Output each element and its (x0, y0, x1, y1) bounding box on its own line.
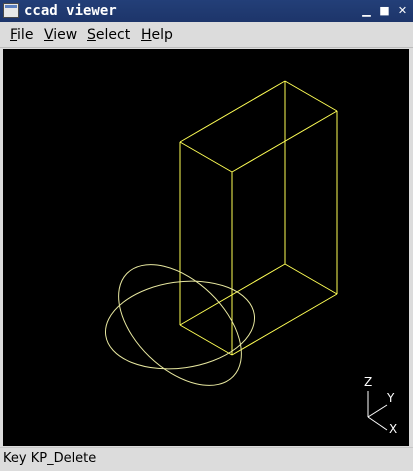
menu-file-accel: F (10, 27, 18, 43)
menu-select-accel: S (87, 27, 96, 43)
menu-view-label: iew (53, 27, 78, 43)
menu-view-accel: V (44, 27, 54, 43)
window-title: ccad viewer (24, 3, 117, 19)
y-axis-label: Y (386, 391, 395, 405)
menu-help-accel: H (141, 27, 152, 43)
menu-select-label: elect (95, 27, 131, 43)
box-edge (179, 324, 233, 356)
window-icon[interactable] (3, 3, 19, 18)
menu-help[interactable]: Help (141, 22, 173, 48)
y-axis-line (367, 404, 388, 418)
menu-file[interactable]: File (10, 22, 33, 48)
viewport-canvas[interactable]: Z Y X (3, 49, 409, 446)
close-icon[interactable]: ✕ (394, 3, 411, 19)
menu-file-label: ile (17, 27, 34, 43)
axis-triad: Z Y X (364, 375, 397, 436)
x-axis-label: X (389, 422, 397, 436)
app-window: ccad viewer ▁ ■ ✕ File View Select Help (0, 0, 413, 471)
menu-view[interactable]: View (44, 22, 77, 48)
menu-select[interactable]: Select (87, 22, 130, 48)
box-edge (179, 80, 286, 143)
3d-viewport[interactable]: Z Y X (3, 49, 409, 446)
minimize-icon[interactable]: ▁ (358, 3, 375, 19)
maximize-icon[interactable]: ■ (376, 3, 393, 19)
title-bar[interactable]: ccad viewer ▁ ■ ✕ (0, 0, 413, 22)
status-bar: Key KP_Delete (0, 447, 413, 471)
box-edge (284, 80, 338, 112)
status-message: Key KP_Delete (3, 451, 97, 466)
box-edge (284, 263, 338, 295)
box-wireframe[interactable] (179, 80, 338, 356)
x-axis-line (367, 416, 388, 431)
menu-help-label: elp (151, 27, 173, 43)
box-edge (231, 293, 338, 356)
box-edge (179, 141, 233, 173)
z-axis-label: Z (364, 375, 372, 389)
menu-bar: File View Select Help (0, 22, 413, 48)
